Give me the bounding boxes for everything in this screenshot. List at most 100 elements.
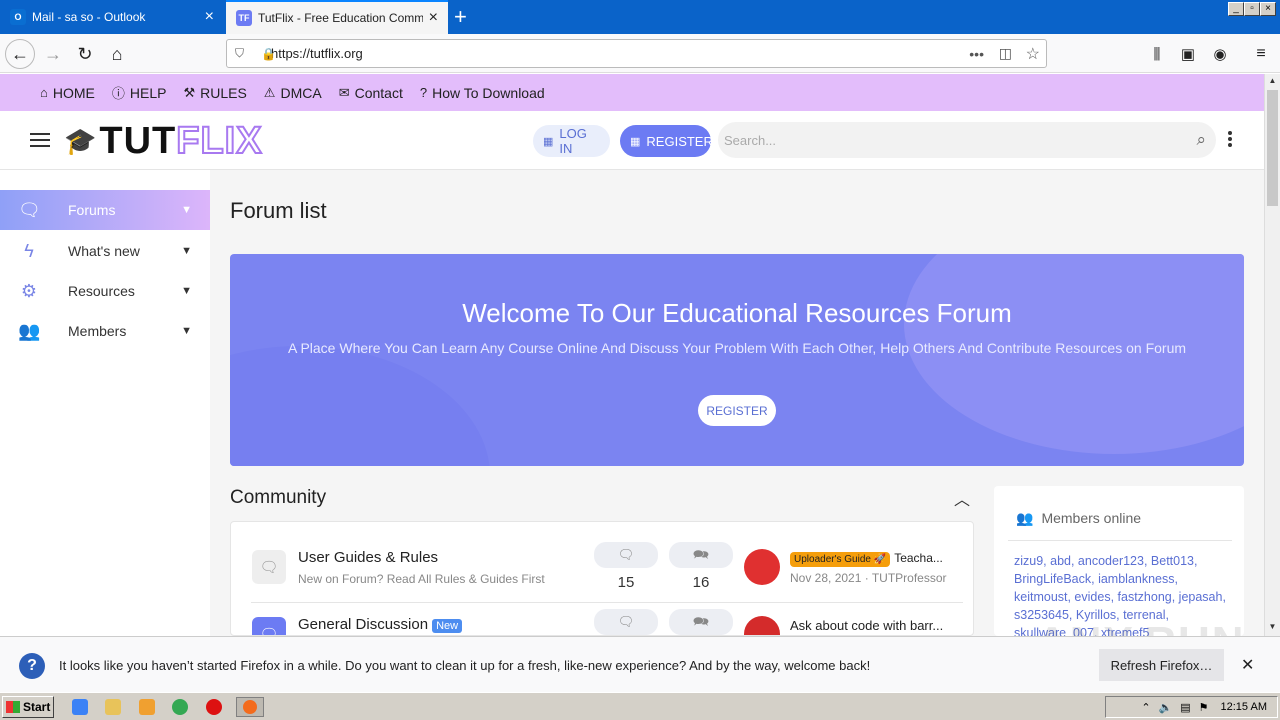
forum-name[interactable]: General Discussion New — [298, 616, 463, 633]
forum-icon: 🗨 — [252, 617, 286, 635]
chevron-down-icon[interactable]: ▼ — [181, 245, 192, 257]
forward-icon[interactable]: → — [38, 39, 68, 69]
ie-icon[interactable] — [72, 699, 88, 715]
sidebar-item-label: Forums — [68, 202, 116, 218]
prefix-badge: Uploader's Guide 🚀 — [790, 552, 891, 567]
site-logo[interactable]: 🎓 TUT FLIX — [64, 119, 263, 163]
threads-stat: 🗨 15 — [594, 542, 658, 591]
sidebar-item-whats-new[interactable]: ϟ What's new ▼ — [0, 231, 210, 271]
hamburger-menu-icon[interactable] — [30, 133, 50, 151]
latest-post-title: Teacha... — [894, 551, 943, 565]
tab-outlook[interactable]: O Mail - sa so - Outlook × — [0, 0, 224, 34]
avatar[interactable] — [744, 549, 780, 585]
menu-label: HOME — [52, 84, 95, 101]
forum-row[interactable]: 🗨 User Guides & Rules New on Forum? Read… — [231, 522, 973, 603]
sidebar-item-label: Resources — [68, 283, 135, 299]
close-tab-icon[interactable]: × — [205, 8, 214, 26]
url-bar[interactable]: ⛉ 🔒 https://tutflix.org ••• ◫ ☆ — [226, 39, 1047, 68]
account-icon[interactable]: ◉ — [1205, 39, 1235, 69]
bookmark-star-icon[interactable]: ☆ — [1026, 44, 1040, 64]
refresh-firefox-button[interactable]: Refresh Firefox… — [1099, 649, 1224, 681]
tray-arrow-icon[interactable]: ⌃ — [1141, 701, 1150, 714]
chrome-icon[interactable] — [172, 699, 188, 715]
avatar[interactable] — [744, 616, 780, 635]
menu-item-dmca[interactable]: ⚠ DMCA — [264, 85, 322, 101]
register-button[interactable]: ▦ REGISTER — [620, 125, 713, 157]
reload-icon[interactable]: ↻ — [70, 39, 100, 69]
new-tab-icon[interactable]: + — [454, 4, 467, 30]
tab-title: Mail - sa so - Outlook — [32, 10, 146, 24]
members-online-widget: 👥 Members online zizu9, abd, ancoder123, … — [994, 486, 1244, 636]
pocket-icon[interactable]: ◫ — [999, 45, 1012, 62]
lock-icon[interactable]: 🔒 — [261, 47, 276, 61]
menu-label: How To Download — [432, 84, 545, 101]
clock: 12:15 AM — [1220, 701, 1267, 713]
library-icon[interactable]: ⫼ — [1142, 39, 1172, 69]
firefox-taskbar-button[interactable] — [236, 697, 264, 717]
menu-item-rules[interactable]: ⚒ RULES — [183, 85, 246, 101]
scroll-up-icon[interactable]: ▲ — [1267, 76, 1278, 88]
login-button[interactable]: ▦ LOG IN — [533, 125, 610, 157]
shield-icon[interactable]: ⛉ — [235, 46, 244, 61]
menu-item-help[interactable]: ⓘ HELP — [112, 83, 167, 102]
banner-register-button[interactable]: REGISTER — [698, 395, 776, 426]
search-input[interactable]: Search... ⌕ — [718, 122, 1216, 158]
scroll-down-icon[interactable]: ▼ — [1267, 622, 1278, 634]
collapse-chevron-icon[interactable]: ︿ — [954, 486, 970, 510]
menu-icon[interactable]: ≡ — [1246, 39, 1276, 69]
search-icon[interactable]: ⌕ — [1196, 130, 1206, 150]
members-online-title: Members online — [1041, 510, 1142, 526]
messages-icon: 🗪 — [669, 542, 733, 568]
back-icon[interactable]: ← — [5, 39, 35, 69]
sidebar-item-forums[interactable]: 🗨 Forums ▼ — [0, 190, 210, 230]
forum-row[interactable]: 🗨 General Discussion New 🗨 🗪 Ask about co… — [231, 589, 973, 635]
windows-logo-icon — [6, 701, 20, 713]
opera-icon[interactable] — [206, 699, 222, 715]
latest-post-meta[interactable]: Nov 28, 2021 · TUTProfessor — [790, 571, 947, 585]
folder-icon[interactable] — [105, 699, 121, 715]
messages-stat: 🗪 16 — [669, 542, 733, 591]
tab-tutflix[interactable]: TF TutFlix - Free Education Communit × — [226, 0, 448, 34]
warning-icon: ⚠ — [263, 84, 276, 100]
notification-message: It looks like you haven’t started Firefo… — [59, 658, 871, 673]
tutflix-icon: TF — [236, 10, 252, 26]
taskbar: Start ⌃ 🔈 ▤ ⚑ 12:15 AM — [0, 692, 1280, 720]
sidebar-item-members[interactable]: 👥 Members ▼ — [0, 311, 210, 351]
media-player-icon[interactable] — [139, 699, 155, 715]
close-window-button[interactable]: × — [1260, 2, 1276, 16]
start-button[interactable]: Start — [2, 696, 54, 718]
page-scrollbar[interactable]: ▲ ▼ — [1264, 74, 1280, 636]
home-icon: ⌂ — [40, 85, 48, 100]
home-icon[interactable]: ⌂ — [102, 39, 132, 69]
more-options-icon[interactable] — [1227, 131, 1233, 149]
network-icon[interactable]: ▤ — [1180, 701, 1190, 714]
page-actions-icon[interactable]: ••• — [969, 46, 984, 62]
minimize-button[interactable]: _ — [1228, 2, 1244, 16]
close-icon[interactable]: ✕ — [1241, 655, 1254, 675]
forum-name[interactable]: User Guides & Rules — [298, 549, 438, 566]
close-tab-icon[interactable]: × — [429, 9, 438, 27]
messages-stat: 🗪 — [669, 609, 733, 635]
chevron-down-icon[interactable]: ▼ — [181, 204, 192, 216]
latest-post[interactable]: Uploader's Guide 🚀 Teacha... — [790, 551, 943, 567]
chevron-down-icon[interactable]: ▼ — [181, 285, 192, 297]
flag-icon[interactable]: ⚑ — [1199, 701, 1209, 714]
section-title: Community — [230, 487, 327, 508]
graduation-cap-icon: 🎓 — [64, 125, 98, 156]
start-label: Start — [23, 700, 51, 714]
menu-item-contact[interactable]: ✉ Contact — [339, 85, 403, 101]
threads-stat: 🗨 — [594, 609, 658, 635]
menu-item-how-to-download[interactable]: ? How To Download — [420, 85, 545, 101]
scroll-thumb[interactable] — [1267, 90, 1278, 206]
chevron-down-icon[interactable]: ▼ — [181, 325, 192, 337]
system-tray: ⌃ 🔈 ▤ ⚑ 12:15 AM — [1105, 696, 1278, 718]
register-icon: ▦ — [630, 135, 641, 148]
maximize-button[interactable]: ▫ — [1244, 2, 1260, 16]
sidebar-item-resources[interactable]: ⚙ Resources ▼ — [0, 271, 210, 311]
cogs-icon: ⚙ — [20, 280, 38, 301]
banner-heading: Welcome To Our Educational Resources For… — [462, 298, 1012, 328]
volume-icon[interactable]: 🔈 — [1159, 701, 1173, 714]
latest-post-title[interactable]: Ask about code with barr... — [790, 618, 943, 633]
sidebar-toggle-icon[interactable]: ▣ — [1173, 39, 1203, 69]
menu-item-home[interactable]: ⌂ HOME — [40, 85, 95, 101]
